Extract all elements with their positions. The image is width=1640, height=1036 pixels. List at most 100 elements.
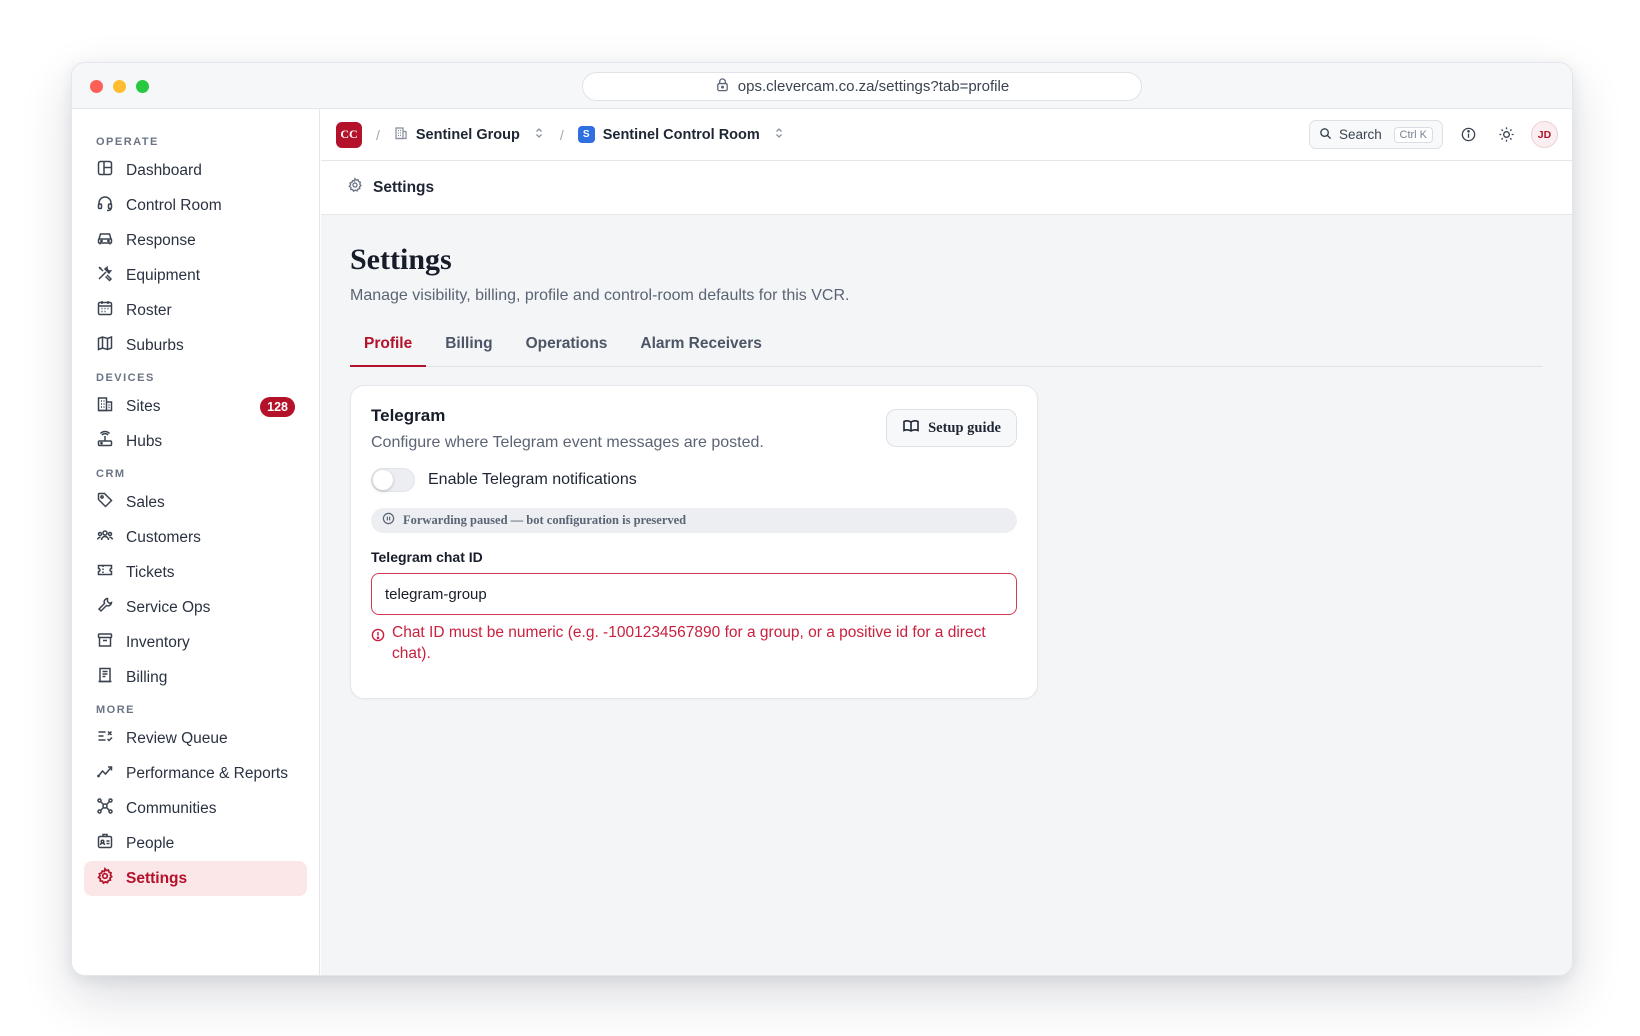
sidebar-item-hubs[interactable]: Hubs xyxy=(84,424,307,459)
url-text: ops.clevercam.co.za/settings?tab=profile xyxy=(737,78,1010,95)
search-button[interactable]: Search Ctrl K xyxy=(1309,120,1443,149)
sidebar-item-response[interactable]: Response xyxy=(84,223,307,258)
section-label-crm: CRM xyxy=(96,468,126,480)
breadcrumb-separator: / xyxy=(376,126,380,143)
ticket-icon xyxy=(96,561,114,584)
sidebar-item-label: Sales xyxy=(126,493,165,511)
building-icon xyxy=(96,395,114,418)
wrench-icon xyxy=(96,596,114,619)
building-icon xyxy=(394,126,408,144)
window-minimize-button[interactable] xyxy=(113,80,126,93)
sidebar-item-settings[interactable]: Settings xyxy=(84,861,307,896)
search-icon xyxy=(1319,127,1332,143)
sidebar-item-label: Billing xyxy=(126,668,168,686)
chevron-up-down-icon xyxy=(532,126,546,144)
room-logo: S xyxy=(577,126,595,143)
sidebar-item-label: Roster xyxy=(126,301,172,319)
alert-circle-icon xyxy=(371,622,385,648)
users-icon xyxy=(96,526,114,549)
sidebar-item-review-queue[interactable]: Review Queue xyxy=(84,721,307,756)
sidebar: OPERATE Dashboard Control Room Response … xyxy=(72,109,320,975)
page-header-bar: Settings xyxy=(321,161,1572,215)
toggle-label: Enable Telegram notifications xyxy=(428,471,637,488)
sites-count-badge: 128 xyxy=(260,397,295,417)
calendar-icon xyxy=(96,299,114,322)
window-maximize-button[interactable] xyxy=(136,80,149,93)
sidebar-item-label: Review Queue xyxy=(126,729,228,747)
sidebar-item-label: Inventory xyxy=(126,633,190,651)
sidebar-item-billing[interactable]: Billing xyxy=(84,660,307,695)
book-icon xyxy=(902,417,920,440)
sidebar-item-sales[interactable]: Sales xyxy=(84,485,307,520)
setup-guide-label: Setup guide xyxy=(928,419,1001,436)
settings-tabs: Profile Billing Operations Alarm Receive… xyxy=(350,327,1543,367)
chevron-up-down-icon xyxy=(772,126,786,144)
browser-window: ops.clevercam.co.za/settings?tab=profile… xyxy=(71,62,1573,976)
sidebar-item-dashboard[interactable]: Dashboard xyxy=(84,153,307,188)
list-check-icon xyxy=(96,727,114,750)
sidebar-item-tickets[interactable]: Tickets xyxy=(84,555,307,590)
org-name: Sentinel Group xyxy=(415,126,520,143)
topbar-actions: Search Ctrl K JD xyxy=(1309,120,1558,149)
status-badge: Forwarding paused — bot configuration is… xyxy=(371,508,1017,533)
address-bar[interactable]: ops.clevercam.co.za/settings?tab=profile xyxy=(582,72,1142,101)
sidebar-item-label: Control Room xyxy=(126,196,222,214)
car-icon xyxy=(96,229,114,252)
window-close-button[interactable] xyxy=(90,80,103,93)
sidebar-item-customers[interactable]: Customers xyxy=(84,520,307,555)
section-label-operate: OPERATE xyxy=(96,136,159,148)
room-name: Sentinel Control Room xyxy=(602,126,760,143)
tools-icon xyxy=(96,264,114,287)
chat-id-input[interactable] xyxy=(371,573,1017,615)
tab-profile[interactable]: Profile xyxy=(350,327,427,367)
page-subtitle: Manage visibility, billing, profile and … xyxy=(350,287,850,304)
tag-icon xyxy=(96,491,114,514)
archive-icon xyxy=(96,631,114,654)
search-shortcut: Ctrl K xyxy=(1393,126,1433,143)
sidebar-item-label: Customers xyxy=(126,528,201,546)
tab-alarm-receivers[interactable]: Alarm Receivers xyxy=(626,327,776,367)
sun-icon[interactable] xyxy=(1493,122,1519,148)
sidebar-item-people[interactable]: People xyxy=(84,826,307,861)
sidebar-item-label: Sites xyxy=(126,397,161,415)
page-title: Settings xyxy=(350,243,452,276)
trend-icon xyxy=(96,762,114,785)
sidebar-item-label: Equipment xyxy=(126,266,201,284)
sidebar-item-service-ops[interactable]: Service Ops xyxy=(84,590,307,625)
tab-operations[interactable]: Operations xyxy=(512,327,622,367)
setup-guide-button[interactable]: Setup guide xyxy=(886,409,1017,447)
room-switcher[interactable]: S Sentinel Control Room xyxy=(577,126,786,144)
sidebar-item-inventory[interactable]: Inventory xyxy=(84,625,307,660)
search-label: Search xyxy=(1339,127,1382,142)
tab-billing[interactable]: Billing xyxy=(431,327,506,367)
org-switcher[interactable]: Sentinel Group xyxy=(394,126,546,144)
sidebar-item-equipment[interactable]: Equipment xyxy=(84,258,307,293)
sidebar-item-communities[interactable]: Communities xyxy=(84,791,307,826)
sidebar-item-label: Tickets xyxy=(126,563,175,581)
org-logo[interactable]: CC xyxy=(336,121,362,148)
telegram-toggle-row: Enable Telegram notifications xyxy=(371,468,1017,492)
lock-icon xyxy=(715,77,730,96)
sidebar-item-control-room[interactable]: Control Room xyxy=(84,188,307,223)
page-header-title: Settings xyxy=(373,178,435,196)
browser-titlebar: ops.clevercam.co.za/settings?tab=profile xyxy=(72,63,1572,109)
pause-circle-icon xyxy=(382,512,395,529)
sidebar-item-roster[interactable]: Roster xyxy=(84,293,307,328)
top-navigation-bar: CC / Sentinel Group / S Sentinel Control… xyxy=(321,109,1572,161)
sidebar-item-performance-reports[interactable]: Performance & Reports xyxy=(84,756,307,791)
info-icon[interactable] xyxy=(1455,122,1481,148)
breadcrumb-separator: / xyxy=(559,126,564,143)
chat-id-error: Chat ID must be numeric (e.g. -100123456… xyxy=(371,622,1017,664)
sidebar-item-sites[interactable]: Sites 128 xyxy=(84,389,307,424)
headset-icon xyxy=(96,194,114,217)
gear-icon xyxy=(96,866,114,890)
avatar[interactable]: JD xyxy=(1531,121,1558,148)
section-label-more: MORE xyxy=(96,704,135,716)
sidebar-item-label: Response xyxy=(126,231,196,249)
sidebar-item-label: Performance & Reports xyxy=(126,764,288,782)
error-text: Chat ID must be numeric (e.g. -100123456… xyxy=(392,624,986,662)
sidebar-item-label: Hubs xyxy=(126,432,163,450)
sidebar-item-suburbs[interactable]: Suburbs xyxy=(84,328,307,363)
sidebar-item-label: Service Ops xyxy=(126,598,211,616)
telegram-notifications-toggle[interactable] xyxy=(371,468,415,492)
